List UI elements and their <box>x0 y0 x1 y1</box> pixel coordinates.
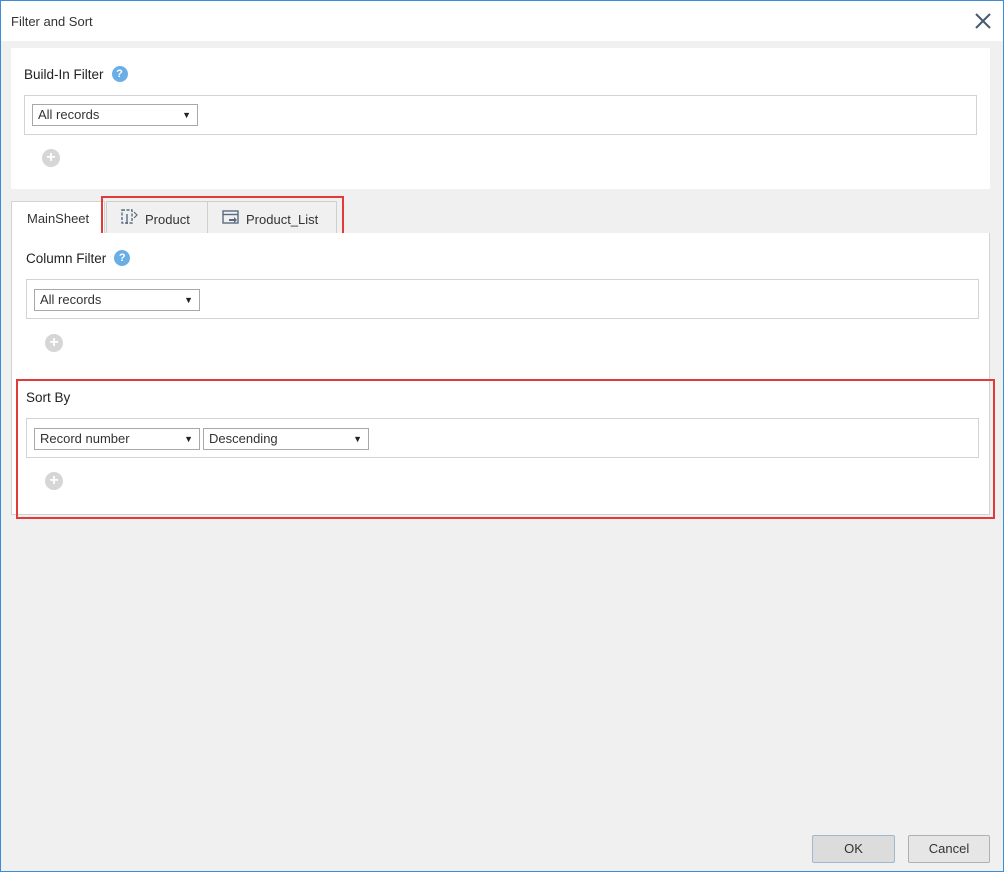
builtin-filter-add-button[interactable]: + <box>42 149 60 167</box>
close-button[interactable] <box>971 9 995 33</box>
column-filter-label: Column Filter <box>26 251 107 266</box>
sort-by-condition-box: Record number ▼ Descending ▼ <box>26 418 979 458</box>
tab-content-panel: Column Filter? All records ▼ + Sort By R… <box>11 233 990 515</box>
builtin-filter-select-value: All records <box>38 107 100 122</box>
sort-field-select[interactable]: Record number ▼ <box>34 428 200 450</box>
builtin-filter-panel: Build-In Filter? All records ▼ + <box>11 48 990 189</box>
help-icon[interactable]: ? <box>114 250 131 267</box>
builtin-filter-condition-box: All records ▼ <box>24 95 977 135</box>
title-bar: Filter and Sort <box>1 1 1003 41</box>
column-filter-select[interactable]: All records ▼ <box>34 289 200 311</box>
filter-sort-dialog: Filter and Sort Build-In Filter? All rec… <box>0 0 1004 872</box>
column-filter-heading: Column Filter? <box>26 250 131 267</box>
chevron-down-icon: ▼ <box>184 295 193 305</box>
help-icon[interactable]: ? <box>111 66 128 83</box>
cancel-button[interactable]: Cancel <box>908 835 990 863</box>
tab-product-list-label: Product_List <box>246 211 319 227</box>
column-filter-add-button[interactable]: + <box>45 334 63 352</box>
column-filter-select-value: All records <box>40 292 102 307</box>
tab-product[interactable]: Product <box>106 201 208 234</box>
subtable-icon <box>222 209 240 228</box>
sort-order-select-value: Descending <box>209 431 278 446</box>
sort-order-select[interactable]: Descending ▼ <box>203 428 369 450</box>
close-icon <box>975 13 991 29</box>
tab-mainsheet-label: MainSheet <box>27 211 90 226</box>
builtin-filter-select[interactable]: All records ▼ <box>32 104 198 126</box>
builtin-filter-label: Build-In Filter <box>24 67 104 82</box>
sort-by-label: Sort By <box>26 390 71 405</box>
chevron-down-icon: ▼ <box>353 434 362 444</box>
sort-by-heading: Sort By <box>26 390 70 405</box>
tab-product-label: Product <box>145 211 190 227</box>
ok-button[interactable]: OK <box>812 835 895 863</box>
builtin-filter-heading: Build-In Filter? <box>24 66 128 83</box>
chevron-down-icon: ▼ <box>182 110 191 120</box>
sort-by-add-button[interactable]: + <box>45 472 63 490</box>
tab-mainsheet[interactable]: MainSheet <box>11 201 105 234</box>
relation-icon <box>121 209 139 228</box>
tab-product-list[interactable]: Product_List <box>207 201 337 234</box>
chevron-down-icon: ▼ <box>184 434 193 444</box>
sort-field-select-value: Record number <box>40 431 130 446</box>
column-filter-condition-box: All records ▼ <box>26 279 979 319</box>
window-title: Filter and Sort <box>11 14 93 29</box>
